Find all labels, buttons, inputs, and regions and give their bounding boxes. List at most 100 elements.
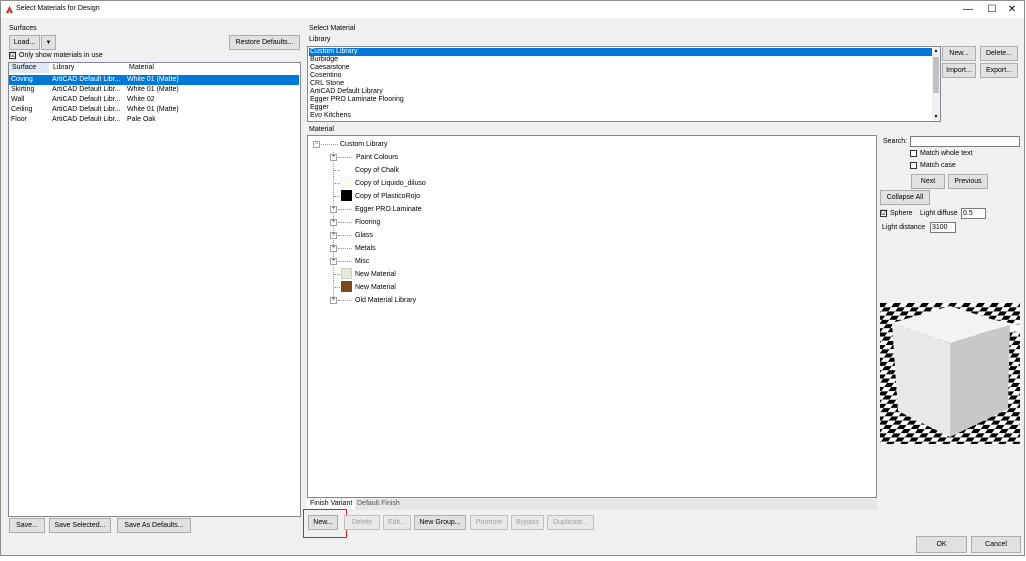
column-header-material[interactable]: Material xyxy=(127,63,154,73)
cell-material: White 01 (Matte) xyxy=(127,76,179,83)
library-list: Custom Library Burbidge Caesarstone Cose… xyxy=(307,46,941,122)
tree-item[interactable]: Copy of Chalk xyxy=(355,164,399,177)
save-as-defaults-button[interactable]: Save As Defaults... xyxy=(117,518,191,533)
list-item[interactable]: Evo Kitchens xyxy=(309,112,936,120)
list-item[interactable]: Custom Library xyxy=(309,48,936,56)
tree-item[interactable]: Copy of Liquido_diluso xyxy=(355,177,426,190)
tree-item[interactable]: Misc xyxy=(355,255,369,268)
cell-library: ArtiCAD Default Libr... xyxy=(52,86,121,93)
cell-material: White 01 (Matte) xyxy=(127,106,179,113)
tree-connector xyxy=(334,274,340,275)
cell-material: White 01 (Matte) xyxy=(127,86,179,93)
minimize-button[interactable]: — xyxy=(955,1,981,18)
cell-material: White 02 xyxy=(127,96,155,103)
tree-connector xyxy=(321,144,338,145)
close-button[interactable]: ✕ xyxy=(999,1,1025,18)
library-scrollbar[interactable]: ▲ ▼ xyxy=(932,47,940,121)
collapse-all-button[interactable]: Collapse All xyxy=(880,190,930,205)
tree-item[interactable]: Paint Colours xyxy=(356,151,398,164)
tree-connector xyxy=(338,222,352,223)
tab-finish-variant[interactable]: Finish Variant xyxy=(307,499,356,509)
list-item[interactable]: Cosentino xyxy=(309,72,936,80)
save-button[interactable]: Save... xyxy=(9,518,45,533)
bypass-button[interactable]: Bypass xyxy=(511,515,544,530)
tree-item[interactable]: Metals xyxy=(355,242,376,255)
light-distance-label: Light distance xyxy=(882,224,926,231)
tree-item[interactable]: New Material xyxy=(355,281,396,294)
expand-icon[interactable]: + xyxy=(330,258,337,265)
library-new-button[interactable]: New... xyxy=(942,46,976,61)
cell-library: ArtiCAD Default Libr... xyxy=(52,96,121,103)
expand-icon[interactable]: + xyxy=(330,206,337,213)
light-diffuse-input[interactable] xyxy=(961,208,986,219)
edit-button[interactable]: Edit... xyxy=(383,515,411,530)
list-item[interactable]: Egger PRO Laminate Flooring xyxy=(309,96,936,104)
light-diffuse-label: Light diffuse xyxy=(920,210,958,217)
list-item[interactable]: CRL Stone xyxy=(309,80,936,88)
match-case-checkbox[interactable] xyxy=(910,162,917,169)
table-row[interactable]: Coving ArtiCAD Default Libr... White 01 … xyxy=(9,75,299,85)
material-swatch xyxy=(341,164,352,175)
library-import-button[interactable]: Import... xyxy=(942,63,976,78)
table-row[interactable]: Wall ArtiCAD Default Libr... White 02 xyxy=(9,95,299,105)
duplicate-button[interactable]: Duplicate... xyxy=(547,515,594,530)
dialog-window: Select Materials for Design — ☐ ✕ Surfac… xyxy=(0,0,1025,556)
delete-button[interactable]: Delete xyxy=(344,515,380,530)
match-whole-text-label: Match whole text xyxy=(920,150,973,157)
column-header-library[interactable]: Library xyxy=(51,63,74,73)
tree-connector xyxy=(338,235,352,236)
next-button[interactable]: Next xyxy=(911,174,945,189)
window-title: Select Materials for Design xyxy=(16,5,100,12)
list-item[interactable]: Caesarstone xyxy=(309,64,936,72)
cell-surface: Ceiling xyxy=(11,106,33,113)
scrollbar-thumb[interactable] xyxy=(933,57,939,93)
tree-connector xyxy=(334,287,340,288)
load-dropdown-button[interactable]: ▼ xyxy=(41,35,56,50)
match-whole-text-checkbox[interactable] xyxy=(910,150,917,157)
tree-root-custom-library[interactable]: Custom Library xyxy=(340,138,387,151)
list-item[interactable]: ArtiCAD Default Library xyxy=(309,88,936,96)
new-button[interactable]: New... xyxy=(308,515,338,530)
tree-item[interactable]: Glass xyxy=(355,229,373,242)
tree-item[interactable]: Copy of PlasticoRojo xyxy=(355,190,420,203)
light-distance-input[interactable] xyxy=(930,222,956,233)
only-show-in-use-checkbox[interactable]: ☑ xyxy=(9,52,16,59)
previous-button[interactable]: Previous xyxy=(948,174,988,189)
tree-connector xyxy=(338,300,352,301)
only-show-in-use-label: Only show materials in use xyxy=(19,52,103,59)
ok-button[interactable]: OK xyxy=(916,536,967,553)
expand-icon[interactable]: + xyxy=(330,219,337,226)
load-button[interactable]: Load... xyxy=(9,35,40,50)
restore-defaults-button[interactable]: Restore Defaults... xyxy=(229,35,300,50)
search-input[interactable] xyxy=(910,136,1020,147)
list-item[interactable]: Egger xyxy=(309,104,936,112)
table-row[interactable]: Skirting ArtiCAD Default Libr... White 0… xyxy=(9,85,299,95)
scroll-down-icon[interactable]: ▼ xyxy=(932,113,940,121)
sphere-checkbox[interactable]: ☑ xyxy=(880,210,887,217)
collapse-icon[interactable]: − xyxy=(313,141,320,148)
new-group-button[interactable]: New Group... xyxy=(414,515,466,530)
tree-item[interactable]: Egger PRO Laminate xyxy=(355,203,422,216)
column-header-surface[interactable]: Surface xyxy=(9,63,49,73)
list-item[interactable]: Burbidge xyxy=(309,56,936,64)
tree-item[interactable]: Old Material Library xyxy=(355,294,416,307)
tree-item[interactable]: New Material xyxy=(355,268,396,281)
table-row[interactable]: Ceiling ArtiCAD Default Libr... White 01… xyxy=(9,105,299,115)
table-row[interactable]: Floor ArtiCAD Default Libr... Pale Oak xyxy=(9,115,299,125)
cell-library: ArtiCAD Default Libr... xyxy=(52,76,121,83)
match-case-label: Match case xyxy=(920,162,956,169)
library-export-button[interactable]: Export... xyxy=(980,63,1018,78)
surfaces-table: Surface Library Material Coving ArtiCAD … xyxy=(8,62,301,517)
promote-button[interactable]: Promote xyxy=(470,515,508,530)
expand-icon[interactable]: + xyxy=(330,245,337,252)
expand-icon[interactable]: + xyxy=(330,154,337,161)
tab-default-finish[interactable]: Default Finish xyxy=(354,499,403,509)
expand-icon[interactable]: + xyxy=(330,297,337,304)
save-selected-button[interactable]: Save Selected... xyxy=(49,518,111,533)
material-tree: − Custom Library + Paint Colours Copy of… xyxy=(307,135,877,498)
cancel-button[interactable]: Cancel xyxy=(971,536,1021,553)
expand-icon[interactable]: + xyxy=(330,232,337,239)
library-delete-button[interactable]: Delete... xyxy=(980,46,1018,61)
scroll-up-icon[interactable]: ▲ xyxy=(932,47,940,55)
tree-item[interactable]: Flooring xyxy=(355,216,380,229)
